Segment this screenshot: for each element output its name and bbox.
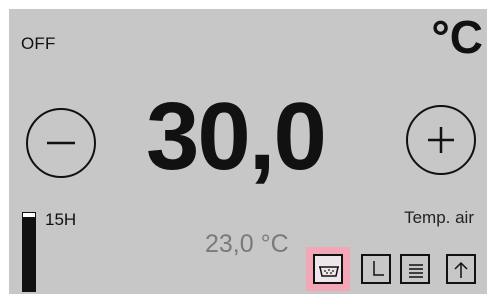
bath-button-highlight [306, 247, 350, 291]
bath-icon [319, 266, 339, 277]
decrease-button[interactable] [26, 108, 96, 178]
measured-temperature: 23,0 °C [205, 230, 289, 258]
timer-level-bar [22, 212, 36, 292]
up-button[interactable] [446, 254, 476, 284]
timer-label: 15H [45, 210, 77, 229]
unit-label: °C [431, 11, 483, 63]
menu-button[interactable] [400, 254, 430, 284]
increase-button[interactable] [406, 105, 476, 175]
menu-icon [409, 264, 423, 278]
bath-button[interactable] [313, 254, 343, 284]
clock-icon [373, 261, 384, 276]
arrow-up-icon [454, 261, 468, 278]
plus-icon [428, 127, 454, 153]
setpoint-value: 30,0 [146, 83, 327, 190]
sensor-label: Temp. air [404, 208, 474, 227]
timer-level-fill [23, 216, 35, 291]
thermostat-screen: OFF °C 30,0 15H Temp. air 23,0 °C [9, 9, 487, 294]
power-status: OFF [21, 34, 56, 53]
minus-icon [47, 141, 75, 145]
clock-button[interactable] [361, 254, 391, 284]
